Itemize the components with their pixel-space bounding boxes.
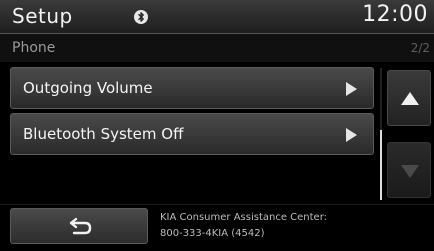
play-arrow-icon <box>346 82 357 96</box>
section-title: Phone <box>12 40 56 56</box>
clock: 12:00 <box>362 2 428 27</box>
page-title: Setup <box>12 4 73 28</box>
back-arrow-icon <box>69 217 92 235</box>
status-bar: Setup 12:00 <box>0 0 434 34</box>
menu-item-label: Bluetooth System Off <box>23 125 184 143</box>
setup-screen: Setup 12:00 Phone 2/2 Outgoing Volume Bl… <box>0 0 434 251</box>
scrollbar-thumb[interactable] <box>380 130 382 200</box>
back-button[interactable] <box>10 208 148 244</box>
consumer-assistance-info: KIA Consumer Assistance Center: 800-333-… <box>160 210 327 242</box>
info-line: KIA Consumer Assistance Center: <box>160 212 328 223</box>
down-triangle-icon <box>401 165 419 178</box>
outgoing-volume-button[interactable]: Outgoing Volume <box>10 67 374 109</box>
sub-header: Phone 2/2 <box>0 34 434 62</box>
scroll-down-button[interactable] <box>387 142 431 198</box>
bluetooth-system-off-button[interactable]: Bluetooth System Off <box>10 113 374 155</box>
bluetooth-icon <box>134 10 148 24</box>
scroll-up-button[interactable] <box>387 70 431 126</box>
play-arrow-icon <box>346 128 357 142</box>
menu-item-label: Outgoing Volume <box>23 79 153 97</box>
phone-number: 800-333-4KIA (4542) <box>160 228 265 239</box>
page-indicator: 2/2 <box>410 41 430 55</box>
up-triangle-icon <box>401 92 419 105</box>
divider <box>0 204 434 205</box>
